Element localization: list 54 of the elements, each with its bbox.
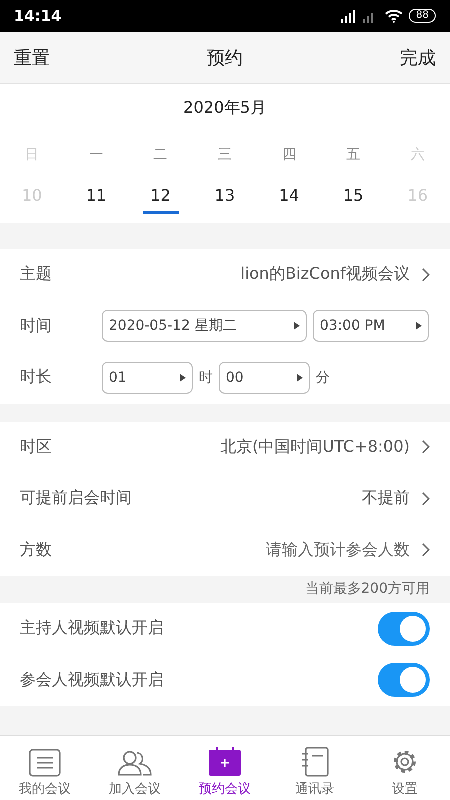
- chevron-icon: [422, 440, 430, 454]
- time-label: 时间: [20, 316, 53, 337]
- month-title: 2020年5月: [182, 98, 268, 119]
- calendar-day[interactable]: 11: [78, 186, 114, 214]
- triangle-icon: [416, 322, 422, 330]
- setting-value[interactable]: 北京(中国时间UTC+8:00): [220, 436, 410, 458]
- people-icon: [117, 749, 153, 777]
- contacts-icon: [300, 747, 330, 777]
- toggle-switch[interactable]: [378, 663, 430, 698]
- setting-value[interactable]: 请输入预计参会人数: [266, 540, 410, 561]
- duration-label: 时长: [20, 367, 53, 388]
- wifi-icon: [385, 9, 404, 23]
- calendar-day[interactable]: 13: [206, 186, 243, 214]
- toggle-label: 参会人视频默认开启: [20, 670, 165, 691]
- calendar-add-icon: [208, 747, 242, 777]
- done-button[interactable]: 完成: [400, 46, 436, 70]
- triangle-icon: [297, 374, 303, 382]
- page-title: 预约: [207, 46, 243, 70]
- subject-label: 主题: [20, 264, 53, 286]
- time-dropdown[interactable]: 03:00 PM: [313, 310, 429, 342]
- minutes-dropdown[interactable]: 00: [219, 362, 310, 394]
- tab-item[interactable]: 设置: [360, 736, 450, 800]
- list-icon: [29, 749, 61, 777]
- status-time: 14:14: [14, 7, 62, 25]
- tab-item[interactable]: 通讯录: [270, 736, 360, 800]
- triangle-icon: [294, 322, 300, 330]
- tab-item[interactable]: 加入会议: [90, 736, 180, 800]
- hours-dropdown[interactable]: 01: [102, 362, 193, 394]
- setting-label: 时区: [20, 436, 53, 458]
- date-dropdown[interactable]: 2020-05-12 星期二: [102, 310, 307, 342]
- chevron-icon: [422, 543, 430, 558]
- calendar-day[interactable]: 15: [336, 186, 372, 214]
- chevron-icon: [422, 268, 430, 282]
- subject-value[interactable]: lion的BizConf视频会议: [240, 264, 410, 286]
- weekday-label: 四: [281, 146, 298, 164]
- toggle-label: 主持人视频默认开启: [20, 618, 165, 640]
- calendar-day[interactable]: 12: [142, 186, 179, 214]
- weekday-label: 五: [346, 146, 362, 164]
- triangle-icon: [180, 374, 186, 382]
- toggle-switch[interactable]: [378, 612, 430, 646]
- weekday-label: 一: [88, 146, 104, 164]
- chevron-icon: [422, 492, 430, 506]
- setting-value[interactable]: 不提前: [362, 488, 410, 510]
- tab-item[interactable]: 预约会议: [180, 736, 270, 800]
- calendar-day[interactable]: 14: [271, 186, 308, 214]
- hours-unit: 时: [199, 368, 213, 387]
- setting-label: 方数: [20, 540, 53, 561]
- weekday-label: 三: [216, 146, 233, 164]
- setting-label: 可提前启会时间: [20, 488, 133, 510]
- minutes-unit: 分: [316, 368, 330, 387]
- reset-button[interactable]: 重置: [14, 46, 50, 70]
- tab-item[interactable]: 我的会议: [0, 736, 90, 800]
- battery-level: 88: [409, 9, 436, 23]
- weekday-label: 二: [152, 146, 169, 164]
